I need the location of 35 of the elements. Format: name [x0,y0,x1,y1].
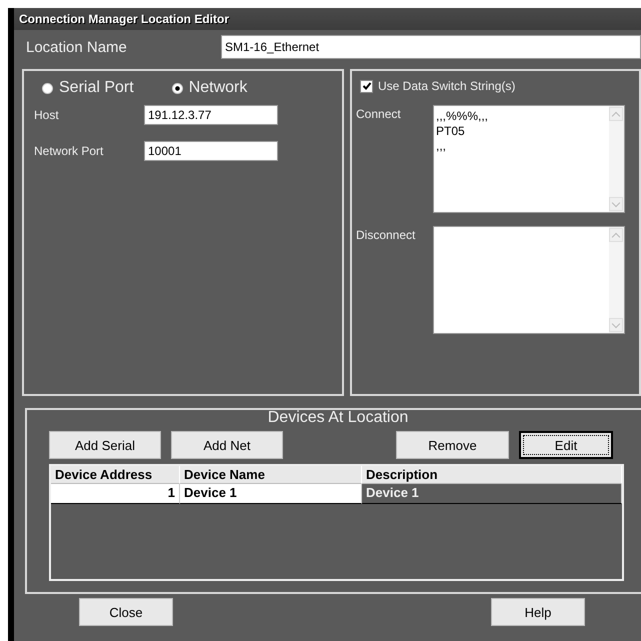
checkbox[interactable] [360,80,373,92]
button[interactable]: Close [79,598,173,626]
text-field[interactable]: 10001 [144,141,278,161]
radio-option[interactable]: Network [172,79,248,97]
button[interactable]: Add Net [171,431,283,459]
column-header[interactable]: Description [362,466,622,484]
scrollbar[interactable] [609,106,624,212]
text-area[interactable] [433,226,625,334]
scrollbar[interactable] [609,227,624,333]
text-line: PT05 [436,124,466,139]
field-label: Connect [356,106,402,123]
field-label: Disconnect [356,227,416,244]
table-cell[interactable]: Device 1 [180,484,362,504]
group-title: Devices At Location [266,409,410,427]
field-label: Host [34,108,60,122]
button[interactable]: Add Serial [49,431,161,459]
table-cell[interactable]: Device 1 [362,484,622,504]
column-header[interactable]: Device Name [180,466,362,484]
window-title: Connection Manager Location Editor [14,8,641,30]
radio-option[interactable]: Serial Port [42,79,134,97]
column-header[interactable]: Device Address [51,466,180,484]
button[interactable]: Edit [519,431,613,459]
button[interactable]: Remove [396,431,509,459]
field-label: Location Name [25,38,128,56]
text-line: ,,, [436,139,448,154]
text-area[interactable]: ,,,%%%,,, PT05 ,,, [433,105,625,213]
radio-button[interactable] [172,82,183,94]
button[interactable]: Help [491,598,585,626]
radio-button[interactable] [42,82,53,94]
field-label: Network Port [34,144,104,158]
text-field[interactable]: 191.12.3.77 [144,105,278,125]
checkbox-label: Use Data Switch String(s) [378,79,516,93]
text-line: ,,,%%%,,, [436,109,490,124]
table-cell[interactable]: 1 [51,484,180,504]
location-name-field[interactable]: SM1-16_Ethernet [221,35,641,59]
